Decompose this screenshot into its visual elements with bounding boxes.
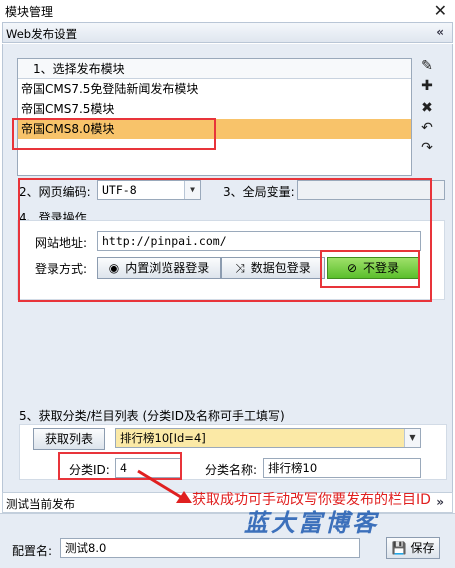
web-settings-label: Web发布设置: [6, 27, 78, 41]
category-id-label: 分类ID:: [69, 463, 110, 477]
login-method-label: 登录方式:: [35, 262, 88, 276]
encoding-label: 2、网页编码:: [19, 185, 91, 199]
category-name-input[interactable]: 排行榜10: [263, 458, 421, 478]
delete-icon[interactable]: ✖: [417, 100, 437, 120]
footer: 配置名: 测试8.0 💾 保存: [0, 513, 455, 568]
chevron-down-icon[interactable]: ▼: [184, 181, 200, 199]
module-list-item-selected[interactable]: 帝国CMS8.0模块: [18, 119, 411, 139]
config-name-label: 配置名:: [12, 544, 53, 558]
annotation-arrow: [137, 469, 192, 503]
pencil-icon[interactable]: ✎: [417, 58, 437, 78]
config-name-input[interactable]: 测试8.0: [60, 538, 360, 558]
fetch-list-button[interactable]: 获取列表: [33, 428, 105, 450]
save-label: 保存: [410, 541, 435, 555]
undo-icon[interactable]: ↶: [417, 120, 437, 140]
global-var-input[interactable]: [297, 180, 445, 200]
title-bar: 模块管理 ✕: [0, 0, 455, 22]
module-list-item[interactable]: 帝国CMS7.5免登陆新闻发布模块: [18, 79, 411, 99]
watermark-logo: 蓝大富博客: [244, 508, 379, 537]
annotation-arrow-line: [137, 469, 185, 501]
shuffle-icon: ⤨: [235, 261, 245, 275]
encoding-select[interactable]: UTF-8 ▼: [97, 180, 201, 200]
packet-login-label: 数据包登录: [250, 261, 311, 275]
category-selected-value: 排行榜10[Id=4]: [120, 431, 206, 445]
no-login-button[interactable]: ⊘ 不登录: [327, 257, 419, 279]
chevron-down-icon[interactable]: ▼: [404, 429, 420, 447]
module-list-item[interactable]: 帝国CMS7.5模块: [18, 99, 411, 119]
test-section-label: 测试当前发布: [6, 497, 75, 511]
ban-icon: ⊘: [346, 261, 358, 275]
packet-login-button[interactable]: ⤨ 数据包登录: [221, 257, 325, 279]
global-var-label: 3、全局变量:: [223, 185, 295, 199]
save-button[interactable]: 💾 保存: [386, 537, 440, 559]
category-select[interactable]: 排行榜10[Id=4] ▼: [115, 428, 421, 448]
browser-login-button[interactable]: ◉ 内置浏览器登录: [97, 257, 221, 279]
collapse-chevron-icon[interactable]: «: [436, 25, 444, 39]
no-login-label: 不登录: [363, 261, 400, 275]
floppy-icon: 💾: [391, 541, 407, 555]
category-name-label: 分类名称:: [205, 463, 258, 477]
module-list-header: 1、选择发布模块: [18, 59, 411, 79]
window-title: 模块管理: [5, 5, 54, 19]
web-settings-panel: 1、选择发布模块 帝国CMS7.5免登陆新闻发布模块 帝国CMS7.5模块 帝国…: [2, 44, 453, 492]
globe-icon: ◉: [108, 261, 120, 275]
redo-icon[interactable]: ↷: [417, 140, 437, 160]
site-url-input[interactable]: http://pinpai.com/: [97, 231, 421, 251]
site-url-label: 网站地址:: [35, 236, 88, 250]
close-icon[interactable]: ✕: [434, 1, 447, 20]
module-list[interactable]: 1、选择发布模块 帝国CMS7.5免登陆新闻发布模块 帝国CMS7.5模块 帝国…: [17, 58, 412, 176]
web-settings-header[interactable]: Web发布设置 «: [2, 22, 453, 43]
plus-icon[interactable]: ✚: [417, 78, 437, 98]
browser-login-label: 内置浏览器登录: [125, 261, 210, 275]
encoding-value: UTF-8: [102, 183, 137, 197]
category-section-label: 5、获取分类/栏目列表 (分类ID及名称可手工填写): [19, 409, 285, 423]
